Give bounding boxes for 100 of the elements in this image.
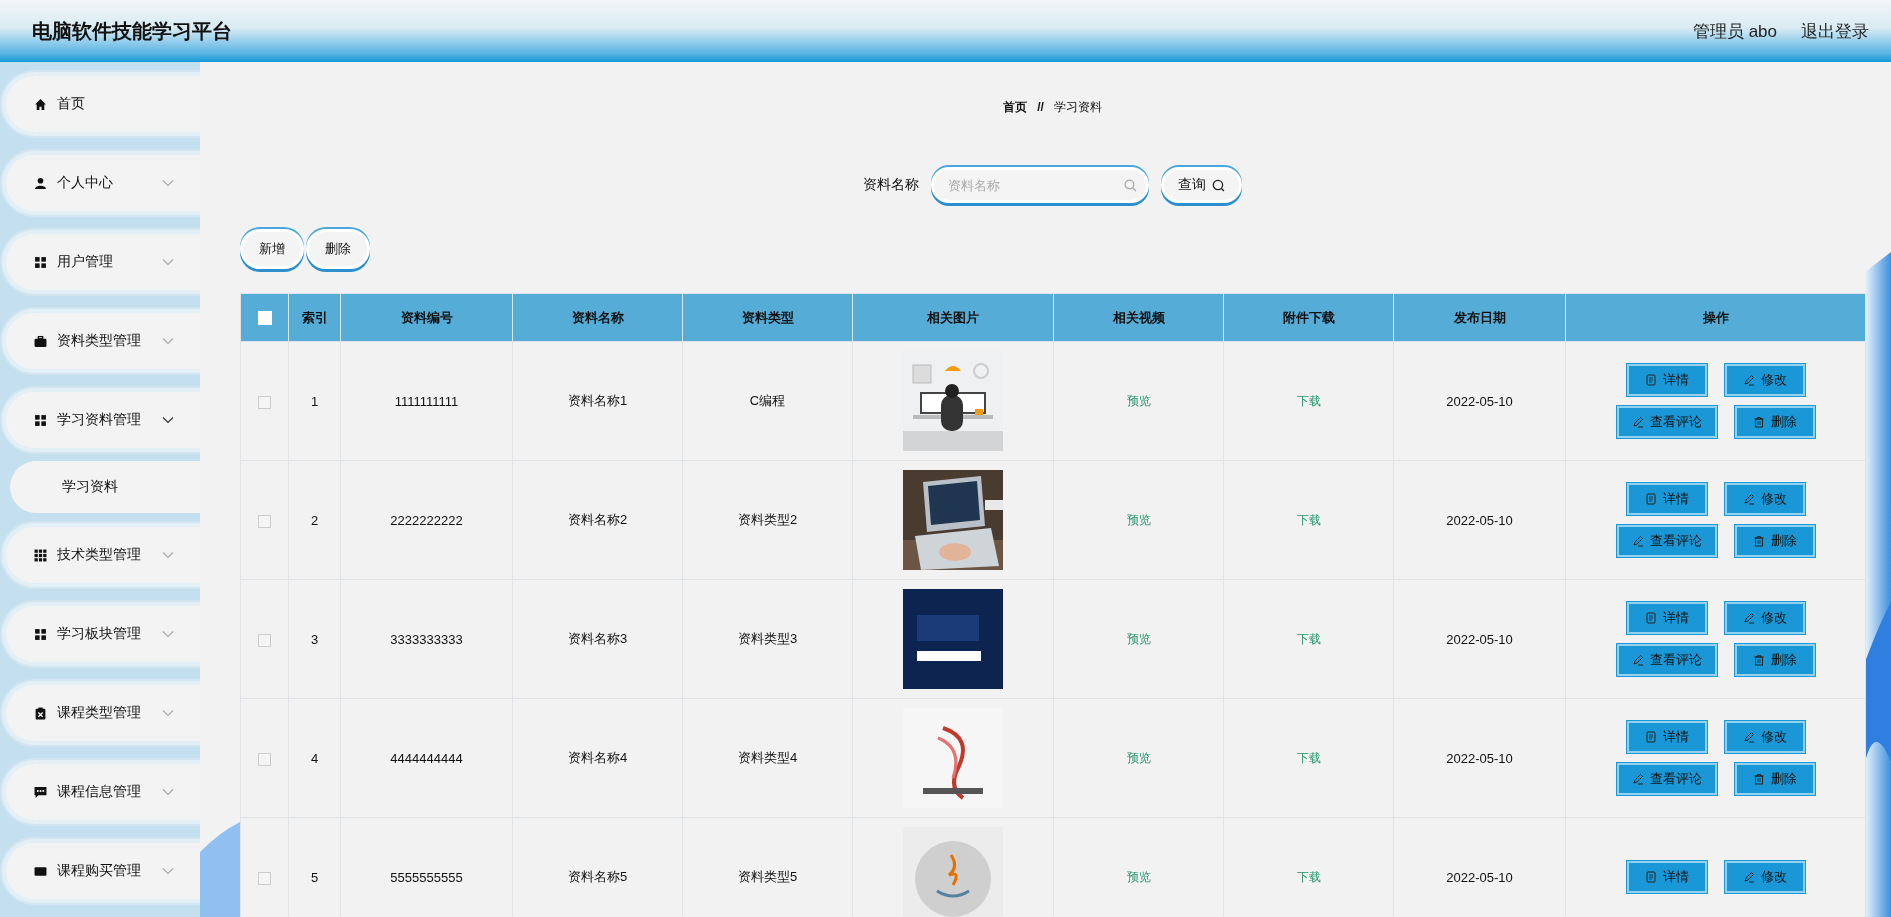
search-field[interactable]: 资料名称 — [931, 167, 1149, 203]
preview-link[interactable]: 预览 — [1126, 393, 1151, 408]
trash-icon — [1752, 535, 1765, 547]
sidebar-item[interactable]: 资料类型管理 — [2, 309, 200, 373]
preview-link[interactable]: 预览 — [1126, 631, 1151, 646]
table-cell: 2022-05-10 — [1446, 512, 1513, 528]
breadcrumb-link[interactable]: 首页 — [1003, 98, 1028, 116]
download-link[interactable]: 下载 — [1296, 393, 1321, 408]
edit-button[interactable]: 修改 — [1724, 602, 1805, 634]
sidebar-item[interactable]: 课程类型管理 — [2, 681, 200, 745]
details-button[interactable]: 详情 — [1626, 364, 1707, 396]
pencil-icon — [1742, 731, 1755, 743]
comments-button[interactable]: 查看评论 — [1616, 406, 1717, 438]
sidebar-item[interactable]: 个人中心 — [2, 151, 200, 215]
download-link[interactable]: 下载 — [1296, 750, 1321, 765]
edit-button[interactable]: 修改 — [1724, 364, 1805, 396]
download-link[interactable]: 下载 — [1296, 631, 1321, 646]
sidebar-item[interactable]: 技术类型管理 — [2, 523, 200, 587]
delete-button[interactable]: 删除 — [1734, 525, 1815, 557]
row-checkbox[interactable] — [258, 395, 271, 409]
submenu-item[interactable]: 学习资料 — [10, 461, 200, 513]
add-button[interactable]: 新增 — [240, 229, 304, 269]
column-header: 附件下载 — [1282, 309, 1335, 325]
edit-button[interactable]: 修改 — [1724, 721, 1805, 753]
table-cell: 资料类型4 — [737, 750, 798, 765]
table-cell: 2022-05-10 — [1446, 631, 1513, 647]
table-cell: 资料类型3 — [737, 631, 798, 646]
row-checkbox[interactable] — [258, 633, 271, 647]
table-cell: 2022-05-10 — [1446, 869, 1513, 885]
preview-link[interactable]: 预览 — [1126, 512, 1151, 527]
select-all-checkbox[interactable] — [257, 311, 272, 326]
table-cell: 3 — [310, 631, 319, 647]
search-label: 资料名称 — [863, 176, 919, 194]
table-cell: 2 — [310, 512, 319, 528]
table-cell: 2222222222 — [390, 512, 463, 528]
table-cell: 2022-05-10 — [1446, 750, 1513, 766]
details-button[interactable]: 详情 — [1626, 602, 1707, 634]
row-checkbox[interactable] — [258, 514, 271, 528]
column-header: 发布日期 — [1453, 309, 1506, 325]
column-header: 资料编号 — [400, 309, 453, 325]
download-link[interactable]: 下载 — [1296, 869, 1321, 884]
row-checkbox[interactable] — [258, 752, 271, 766]
download-link[interactable]: 下载 — [1296, 512, 1321, 527]
edit-button[interactable]: 修改 — [1724, 861, 1805, 893]
table-cell: 1111111111 — [394, 393, 459, 409]
comments-button[interactable]: 查看评论 — [1616, 644, 1717, 676]
table-cell: 2022-05-10 — [1446, 393, 1513, 409]
comments-button[interactable]: 查看评论 — [1616, 763, 1717, 795]
pencil-icon — [1631, 535, 1644, 547]
pencil-icon — [1742, 612, 1755, 624]
sidebar-item[interactable]: 课程购买管理 — [2, 839, 200, 903]
table-cell: 资料名称5 — [567, 869, 628, 884]
table-cell: 5555555555 — [390, 869, 463, 885]
delete-button[interactable]: 删除 — [1734, 644, 1815, 676]
pencil-icon — [1631, 416, 1644, 428]
delete-button[interactable]: 删除 — [1734, 763, 1815, 795]
search-icon — [1212, 178, 1225, 192]
sidebar-item[interactable]: 学习资料管理 — [2, 388, 200, 452]
details-button[interactable]: 详情 — [1626, 861, 1707, 893]
pencil-icon — [1742, 871, 1755, 883]
details-button[interactable]: 详情 — [1626, 721, 1707, 753]
table-cell: 4444444444 — [390, 750, 463, 766]
pencil-icon — [1742, 374, 1755, 386]
grid-icon — [34, 255, 47, 269]
details-button[interactable]: 详情 — [1626, 483, 1707, 515]
sidebar-item[interactable]: 课程信息管理 — [2, 760, 200, 824]
search-button[interactable]: 查询 — [1161, 167, 1242, 203]
preview-link[interactable]: 预览 — [1126, 869, 1151, 884]
document-icon — [1644, 871, 1657, 883]
sidebar-item[interactable]: 首页 — [2, 72, 200, 136]
grid-icon — [34, 548, 47, 562]
logout-link[interactable]: 退出登录 — [1801, 19, 1869, 43]
sidebar-item[interactable]: 学习板块管理 — [2, 602, 200, 666]
row-checkbox[interactable] — [258, 871, 271, 885]
preview-link[interactable]: 预览 — [1126, 750, 1151, 765]
pencil-icon — [1631, 773, 1644, 785]
comments-button[interactable]: 查看评论 — [1616, 525, 1717, 557]
edit-button[interactable]: 修改 — [1724, 483, 1805, 515]
pencil-icon — [1742, 493, 1755, 505]
grid-icon — [34, 413, 47, 427]
home-icon — [34, 97, 47, 111]
breadcrumb-current: 学习资料 — [1053, 98, 1102, 116]
delete-button[interactable]: 删除 — [306, 229, 370, 269]
user-label: 管理员 abo — [1692, 20, 1777, 43]
sidebar-item[interactable]: 用户管理 — [2, 230, 200, 294]
column-header: 相关视频 — [1112, 309, 1165, 325]
delete-button[interactable]: 删除 — [1734, 406, 1815, 438]
briefcase-icon — [34, 334, 47, 348]
chat-icon — [34, 785, 47, 799]
trash-icon — [1752, 773, 1765, 785]
document-icon — [1644, 731, 1657, 743]
search-icon — [1124, 179, 1137, 192]
trash-icon — [1752, 416, 1765, 428]
table-cell: 5 — [310, 869, 319, 885]
pencil-icon — [1631, 654, 1644, 666]
column-header: 资料名称 — [571, 309, 624, 325]
document-icon — [1644, 493, 1657, 505]
table-cell: 资料类型2 — [737, 512, 798, 527]
table-cell: 资料名称4 — [567, 750, 628, 765]
table-cell: 1 — [310, 393, 319, 409]
